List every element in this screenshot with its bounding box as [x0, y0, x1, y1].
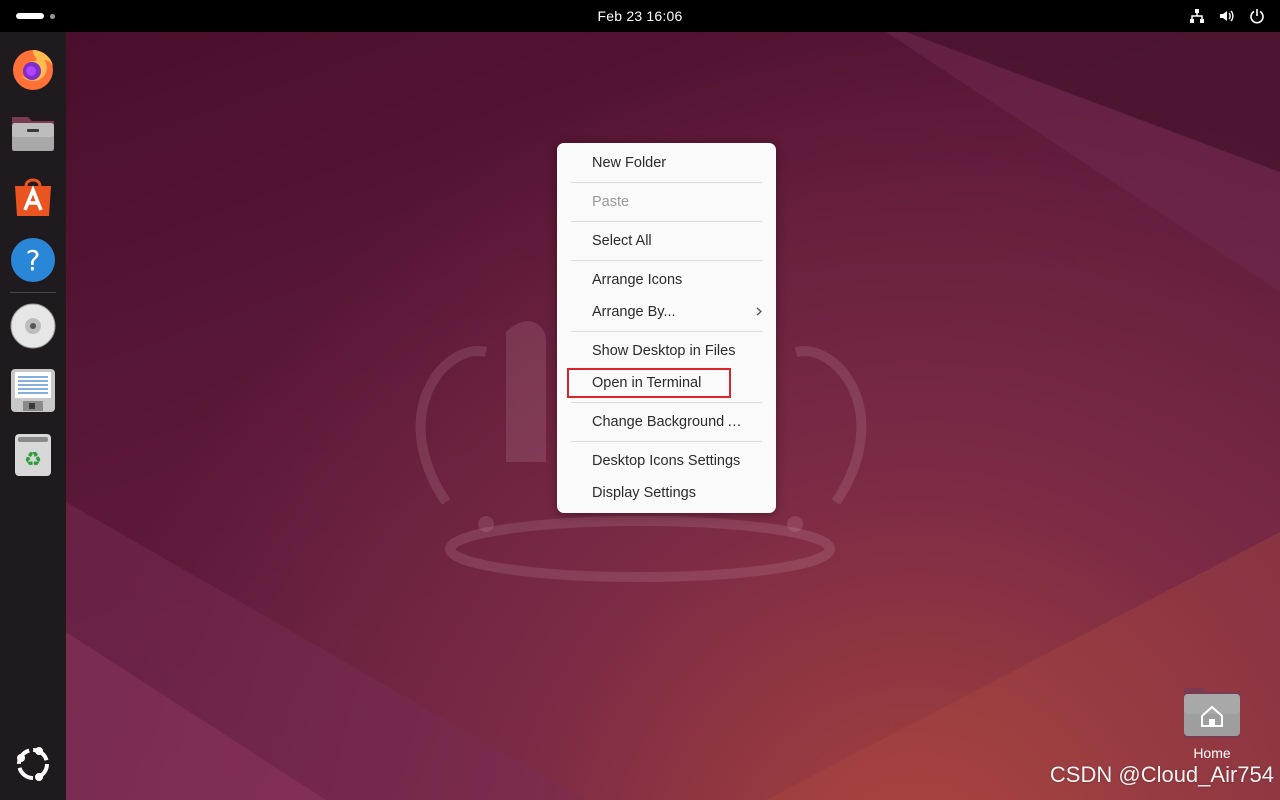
- watermark-text: CSDN @Cloud_Air754: [1049, 762, 1274, 787]
- desktop-context-menu: New Folder Paste Select All Arrange Icon…: [557, 143, 776, 513]
- app-center-icon[interactable]: [9, 172, 57, 220]
- menu-item-show-desktop-in-files[interactable]: Show Desktop in Files: [557, 337, 776, 365]
- menu-item-desktop-icons-settings[interactable]: Desktop Icons Settings: [557, 447, 776, 475]
- menu-item-change-background[interactable]: Change Background …: [557, 408, 776, 436]
- dock-separator: [10, 292, 56, 293]
- system-tray[interactable]: [1188, 7, 1266, 25]
- menu-separator: [571, 441, 762, 442]
- menu-separator: [571, 182, 762, 183]
- menu-separator: [571, 402, 762, 403]
- firefox-icon[interactable]: [9, 44, 57, 92]
- top-bar: Feb 23 16:06: [0, 0, 1280, 32]
- svg-text:?: ?: [26, 244, 41, 277]
- clock[interactable]: Feb 23 16:06: [598, 8, 683, 24]
- menu-item-arrange-icons[interactable]: Arrange Icons: [557, 266, 776, 294]
- workspace-indicator-active: [16, 13, 44, 19]
- menu-item-paste: Paste: [592, 194, 630, 210]
- activities-button[interactable]: [16, 10, 60, 22]
- power-icon[interactable]: [1248, 7, 1266, 25]
- menu-item-new-folder[interactable]: New Folder: [557, 149, 776, 177]
- files-icon[interactable]: [9, 108, 57, 156]
- clock-area: Feb 23 16:06: [0, 0, 1280, 32]
- network-icon[interactable]: [1188, 7, 1206, 25]
- menu-separator: [571, 221, 762, 222]
- home-folder-icon[interactable]: [1180, 684, 1244, 744]
- svg-text:♻: ♻: [24, 447, 42, 471]
- menu-item-arrange-by[interactable]: Arrange By...: [557, 298, 776, 326]
- menu-separator: [571, 331, 762, 332]
- dvd-icon[interactable]: [9, 302, 57, 350]
- ubuntu-logo-icon[interactable]: [9, 740, 57, 788]
- workspace-indicator-inactive: [50, 14, 55, 19]
- trash-icon[interactable]: ♻: [9, 430, 57, 478]
- menu-item-open-in-terminal[interactable]: Open in Terminal: [557, 369, 776, 397]
- text-editor-icon[interactable]: [9, 366, 57, 414]
- menu-separator: [571, 260, 762, 261]
- help-icon[interactable]: ?: [9, 236, 57, 284]
- menu-item-display-settings[interactable]: Display Settings: [557, 479, 776, 507]
- home-folder-label[interactable]: Home: [1172, 745, 1252, 761]
- chevron-right-icon: [756, 307, 762, 316]
- menu-item-arrange-by-label: Arrange By...: [592, 304, 676, 320]
- volume-icon[interactable]: [1218, 7, 1236, 25]
- menu-item-select-all[interactable]: Select All: [557, 227, 776, 255]
- dock: ? ♻: [0, 32, 66, 800]
